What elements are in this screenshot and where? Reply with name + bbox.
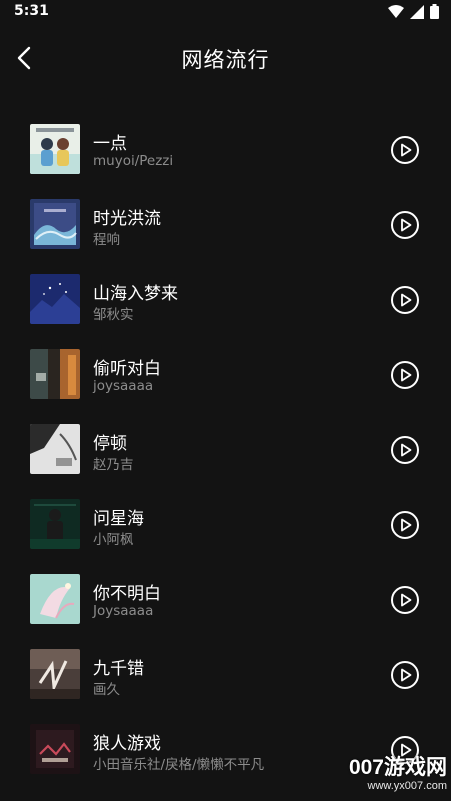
album-cover bbox=[30, 424, 80, 474]
song-row[interactable]: 山海入梦来 邹秋实 bbox=[0, 262, 451, 337]
play-circle-icon bbox=[391, 511, 419, 539]
song-row[interactable]: 一点 muyoi/Pezzi bbox=[0, 112, 451, 187]
song-title: 山海入梦来 bbox=[93, 284, 178, 304]
play-circle-icon bbox=[391, 136, 419, 164]
play-circle-icon bbox=[391, 286, 419, 314]
album-cover bbox=[30, 649, 80, 699]
song-row[interactable]: 停顿 赵乃吉 bbox=[0, 412, 451, 487]
play-button[interactable] bbox=[390, 360, 420, 390]
play-circle-icon bbox=[391, 586, 419, 614]
play-button[interactable] bbox=[390, 210, 420, 240]
song-artist: 赵乃吉 bbox=[93, 457, 134, 473]
song-title: 九千错 bbox=[93, 659, 144, 679]
album-cover bbox=[30, 724, 80, 774]
song-artist: joysaaaa bbox=[93, 378, 154, 394]
header: 网络流行 bbox=[0, 34, 451, 82]
signal-icon bbox=[410, 4, 424, 19]
song-artist: 邹秋实 bbox=[93, 307, 134, 323]
watermark-url: www.yx007.com bbox=[367, 780, 447, 792]
play-circle-icon bbox=[391, 661, 419, 689]
watermark-logo: 007游戏网 bbox=[348, 756, 447, 779]
song-artist: 画久 bbox=[93, 682, 120, 698]
song-artist: 程响 bbox=[93, 232, 120, 248]
song-list: 一点 muyoi/Pezzi 时光洪流 程响 山海入梦来 邹秋实 偷听对白 jo… bbox=[0, 112, 451, 787]
battery-icon bbox=[430, 4, 439, 19]
song-title: 偷听对白 bbox=[93, 359, 161, 379]
page-title: 网络流行 bbox=[181, 48, 270, 72]
play-button[interactable] bbox=[390, 585, 420, 615]
status-time: 5:31 bbox=[14, 3, 49, 19]
song-title: 时光洪流 bbox=[93, 209, 161, 229]
play-button[interactable] bbox=[390, 660, 420, 690]
song-artist: 小田音乐社/戾格/懒懒不平凡 bbox=[93, 757, 265, 773]
song-artist: 小阿枫 bbox=[93, 532, 134, 548]
status-icons bbox=[388, 4, 439, 19]
status-bar: 5:31 bbox=[0, 0, 451, 24]
song-title: 狼人游戏 bbox=[93, 734, 161, 754]
album-cover bbox=[30, 124, 80, 174]
album-cover bbox=[30, 199, 80, 249]
album-cover bbox=[30, 499, 80, 549]
song-row[interactable]: 问星海 小阿枫 bbox=[0, 487, 451, 562]
play-button[interactable] bbox=[390, 510, 420, 540]
song-row[interactable]: 九千错 画久 bbox=[0, 637, 451, 712]
song-artist: Joysaaaa bbox=[93, 603, 154, 619]
song-artist: muyoi/Pezzi bbox=[93, 153, 174, 169]
watermark: 007游戏网 www.yx007.com bbox=[335, 757, 447, 797]
album-cover bbox=[30, 274, 80, 324]
album-cover bbox=[30, 574, 80, 624]
song-row[interactable]: 偷听对白 joysaaaa bbox=[0, 337, 451, 412]
song-title: 问星海 bbox=[93, 509, 144, 529]
play-button[interactable] bbox=[390, 435, 420, 465]
album-cover bbox=[30, 349, 80, 399]
play-circle-icon bbox=[391, 211, 419, 239]
play-button[interactable] bbox=[390, 135, 420, 165]
song-row[interactable]: 时光洪流 程响 bbox=[0, 187, 451, 262]
song-title: 一点 bbox=[93, 134, 127, 154]
play-button[interactable] bbox=[390, 285, 420, 315]
song-title: 你不明白 bbox=[93, 584, 161, 604]
play-circle-icon bbox=[391, 436, 419, 464]
wifi-icon bbox=[388, 4, 404, 18]
song-row[interactable]: 你不明白 Joysaaaa bbox=[0, 562, 451, 637]
play-circle-icon bbox=[391, 361, 419, 389]
song-title: 停顿 bbox=[93, 434, 127, 454]
